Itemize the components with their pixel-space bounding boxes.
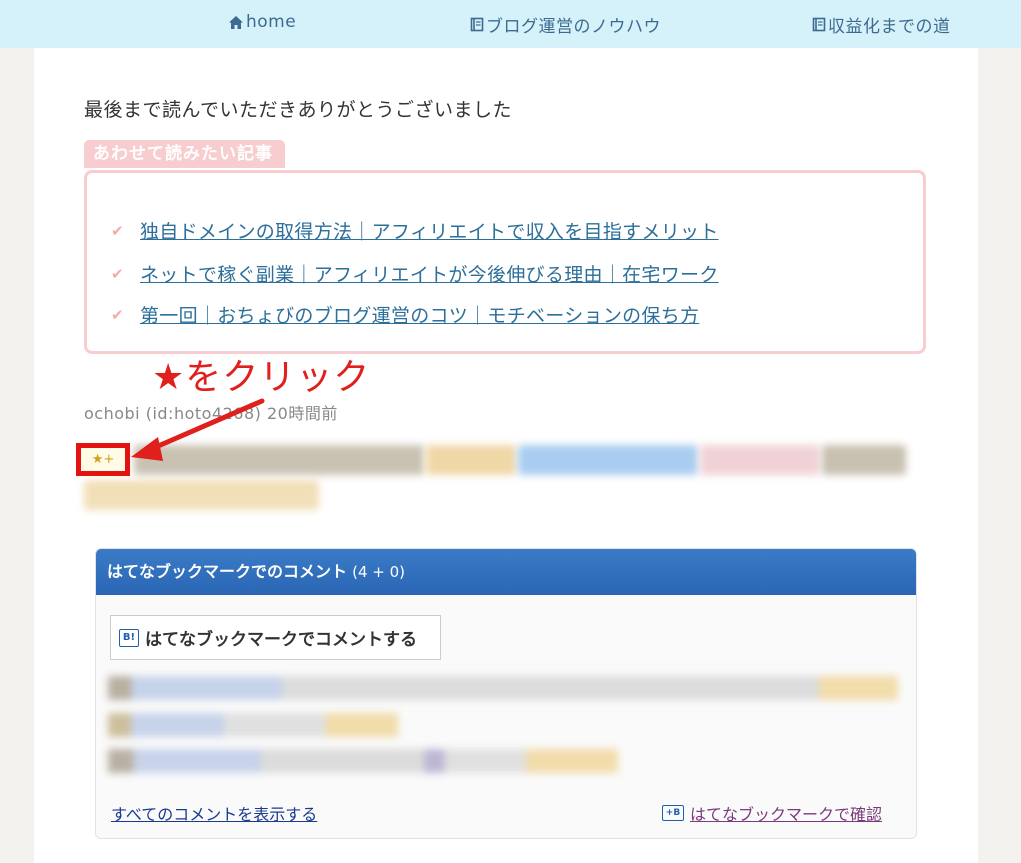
- hatena-comments-count: (4 + 0): [352, 563, 406, 581]
- related-article-link[interactable]: 第一回｜おちょびのブログ運営のコツ｜モチベーションの保ち方: [140, 301, 699, 328]
- article-content: 最後まで読んでいただきありがとうございました あわせて読みたい記事 ✔ 独自ドメ…: [34, 48, 978, 863]
- hatena-bookmark-comments: はてなブックマークでのコメント (4 + 0) B! はてなブックマークでコメン…: [95, 548, 917, 839]
- book-icon: [812, 17, 826, 32]
- bookmark-comment-button[interactable]: B! はてなブックマークでコメントする: [110, 615, 441, 660]
- related-articles-title: あわせて読みたい記事: [84, 140, 285, 168]
- book-icon: [470, 17, 484, 32]
- click-star-annotation: ★をクリック: [152, 357, 371, 398]
- add-star-button[interactable]: ★+: [76, 443, 130, 476]
- hatena-confirm-link[interactable]: はてなブックマークで確認: [690, 801, 882, 825]
- check-icon: ✔: [111, 305, 124, 324]
- related-item: ✔ 独自ドメインの取得方法｜アフィリエイトで収入を目指すメリット: [111, 217, 719, 244]
- hatena-confirm: +B はてなブックマークで確認: [662, 801, 882, 825]
- nav-item-label: 収益化までの道: [828, 17, 951, 37]
- related-item: ✔ ネットで稼ぐ副業｜アフィリエイトが今後伸びる理由｜在宅ワーク: [111, 260, 719, 287]
- top-navigation: home ブログ運営のノウハウ 収益化までの道: [0, 0, 1021, 48]
- bookmark-comment-label: はてなブックマークでコメントする: [145, 630, 417, 650]
- related-article-link[interactable]: 独自ドメインの取得方法｜アフィリエイトで収入を目指すメリット: [140, 217, 719, 244]
- closing-message: 最後まで読んでいただきありがとうございました: [84, 99, 513, 121]
- blurred-stars: [134, 445, 424, 475]
- blurred-stars: [822, 445, 906, 475]
- home-icon: [229, 15, 243, 29]
- blurred-stars: [518, 445, 698, 475]
- nav-item-home[interactable]: home: [228, 12, 296, 32]
- blurred-stars: [426, 445, 516, 475]
- hatena-comments-title: はてなブックマークでのコメント: [107, 562, 348, 581]
- check-icon: ✔: [111, 221, 124, 240]
- related-article-link[interactable]: ネットで稼ぐ副業｜アフィリエイトが今後伸びる理由｜在宅ワーク: [140, 260, 719, 287]
- check-icon: ✔: [111, 264, 124, 283]
- blurred-comment: [108, 749, 618, 773]
- related-item: ✔ 第一回｜おちょびのブログ運営のコツ｜モチベーションの保ち方: [111, 301, 699, 328]
- star-icon: ★+: [91, 452, 115, 467]
- blurred-comment: [108, 713, 398, 737]
- hatena-comments-header: はてなブックマークでのコメント (4 + 0): [96, 549, 916, 595]
- blurred-stars: [84, 480, 319, 510]
- blurred-comment: [108, 676, 898, 700]
- entry-meta: ochobi (id:hoto4268) 20時間前: [84, 404, 338, 423]
- hatena-bookmark-icon: B!: [119, 628, 139, 647]
- hatena-bookmark-icon: +B: [662, 805, 684, 821]
- nav-item-label: ブログ運営のノウハウ: [486, 17, 661, 37]
- nav-item-label: home: [246, 12, 297, 32]
- nav-item-blog-knowhow[interactable]: ブログ運営のノウハウ: [470, 12, 661, 37]
- show-all-comments-link[interactable]: すべてのコメントを表示する: [111, 801, 317, 825]
- nav-item-monetization[interactable]: 収益化までの道: [812, 12, 951, 37]
- blurred-stars: [700, 445, 820, 475]
- related-articles-box: ✔ 独自ドメインの取得方法｜アフィリエイトで収入を目指すメリット ✔ ネットで稼…: [84, 170, 926, 354]
